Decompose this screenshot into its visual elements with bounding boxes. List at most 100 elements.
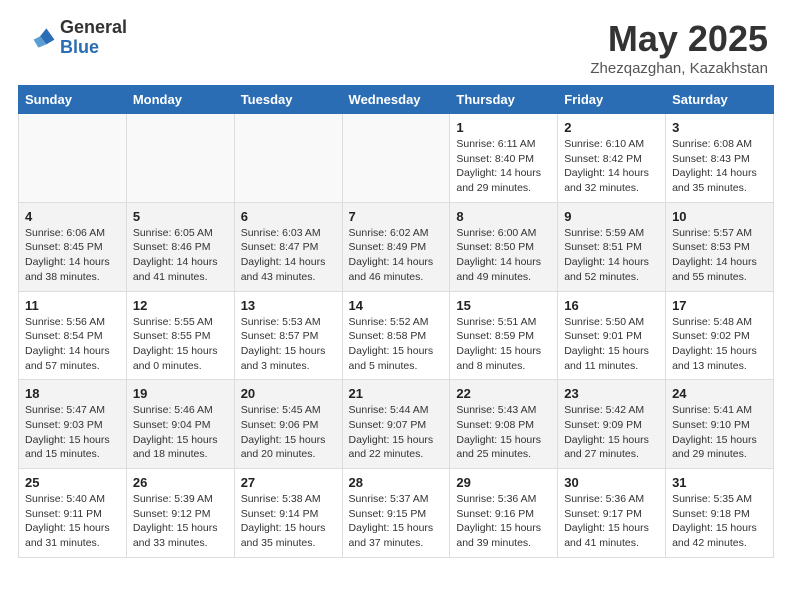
weekday-row: SundayMondayTuesdayWednesdayThursdayFrid… [19,86,774,114]
day-info: Sunrise: 6:05 AM Sunset: 8:46 PM Dayligh… [133,226,228,285]
day-info: Sunrise: 5:56 AM Sunset: 8:54 PM Dayligh… [25,315,120,374]
day-info: Sunrise: 6:02 AM Sunset: 8:49 PM Dayligh… [349,226,444,285]
calendar-week-row: 11 Sunrise: 5:56 AM Sunset: 8:54 PM Dayli… [19,291,774,380]
calendar-cell: 1Sunrise: 6:11 AM Sunset: 8:40 PM Daylig… [450,114,558,203]
day-number: 9 [564,209,659,224]
calendar-cell: 11 Sunrise: 5:56 AM Sunset: 8:54 PM Dayli… [19,291,127,380]
day-info: Sunrise: 6:08 AM Sunset: 8:43 PM Dayligh… [672,137,767,196]
day-info: Sunrise: 5:44 AM Sunset: 9:07 PM Dayligh… [349,403,444,462]
logo-blue-text: Blue [60,38,127,58]
calendar-cell [234,114,342,203]
logo-general-text: General [60,18,127,38]
day-info: Sunrise: 5:46 AM Sunset: 9:04 PM Dayligh… [133,403,228,462]
calendar-location: Zhezqazghan, Kazakhstan [590,60,768,77]
calendar-cell: 3 Sunrise: 6:08 AM Sunset: 8:43 PM Daylig… [666,114,774,203]
calendar-cell: 21 Sunrise: 5:44 AM Sunset: 9:07 PM Dayli… [342,380,450,469]
day-number: 3 [672,120,767,135]
weekday-header: Wednesday [342,86,450,114]
day-number: 12 [133,298,228,313]
calendar-cell: 14 Sunrise: 5:52 AM Sunset: 8:58 PM Dayli… [342,291,450,380]
day-info: Sunrise: 5:51 AM Sunset: 8:59 PM Dayligh… [456,315,551,374]
day-number: 23 [564,386,659,401]
day-number: 29 [456,475,551,490]
calendar-week-row: 25 Sunrise: 5:40 AM Sunset: 9:11 PM Dayli… [19,469,774,558]
calendar-cell: 17 Sunrise: 5:48 AM Sunset: 9:02 PM Dayli… [666,291,774,380]
calendar-cell: 27Sunrise: 5:38 AM Sunset: 9:14 PM Dayli… [234,469,342,558]
day-number: 24 [672,386,767,401]
day-number: 13 [241,298,336,313]
day-number: 2 [564,120,659,135]
day-number: 26 [133,475,228,490]
calendar-cell: 7 Sunrise: 6:02 AM Sunset: 8:49 PM Daylig… [342,202,450,291]
calendar-cell [126,114,234,203]
day-number: 16 [564,298,659,313]
calendar-cell: 16 Sunrise: 5:50 AM Sunset: 9:01 PM Dayli… [558,291,666,380]
weekday-header: Thursday [450,86,558,114]
weekday-header: Friday [558,86,666,114]
calendar-wrapper: SundayMondayTuesdayWednesdayThursdayFrid… [0,85,792,576]
calendar-week-row: 18Sunrise: 5:47 AM Sunset: 9:03 PM Dayli… [19,380,774,469]
day-info: Sunrise: 6:10 AM Sunset: 8:42 PM Dayligh… [564,137,659,196]
calendar-cell: 22Sunrise: 5:43 AM Sunset: 9:08 PM Dayli… [450,380,558,469]
calendar-title: May 2025 [590,18,768,60]
day-info: Sunrise: 5:35 AM Sunset: 9:18 PM Dayligh… [672,492,767,551]
day-info: Sunrise: 5:59 AM Sunset: 8:51 PM Dayligh… [564,226,659,285]
logo: General Blue [24,18,127,58]
day-number: 17 [672,298,767,313]
day-number: 10 [672,209,767,224]
calendar-cell: 26 Sunrise: 5:39 AM Sunset: 9:12 PM Dayli… [126,469,234,558]
calendar-table: SundayMondayTuesdayWednesdayThursdayFrid… [18,85,774,558]
day-info: Sunrise: 6:06 AM Sunset: 8:45 PM Dayligh… [25,226,120,285]
day-info: Sunrise: 5:40 AM Sunset: 9:11 PM Dayligh… [25,492,120,551]
day-number: 28 [349,475,444,490]
day-number: 11 [25,298,120,313]
day-number: 20 [241,386,336,401]
day-number: 7 [349,209,444,224]
day-info: Sunrise: 6:00 AM Sunset: 8:50 PM Dayligh… [456,226,551,285]
day-number: 5 [133,209,228,224]
day-number: 30 [564,475,659,490]
day-number: 1 [456,120,551,135]
calendar-cell: 4 Sunrise: 6:06 AM Sunset: 8:45 PM Daylig… [19,202,127,291]
day-info: Sunrise: 5:43 AM Sunset: 9:08 PM Dayligh… [456,403,551,462]
calendar-week-row: 4 Sunrise: 6:06 AM Sunset: 8:45 PM Daylig… [19,202,774,291]
calendar-cell: 28 Sunrise: 5:37 AM Sunset: 9:15 PM Dayli… [342,469,450,558]
day-number: 14 [349,298,444,313]
day-info: Sunrise: 5:52 AM Sunset: 8:58 PM Dayligh… [349,315,444,374]
calendar-cell: 19 Sunrise: 5:46 AM Sunset: 9:04 PM Dayli… [126,380,234,469]
calendar-cell [342,114,450,203]
weekday-header: Monday [126,86,234,114]
weekday-header: Sunday [19,86,127,114]
day-info: Sunrise: 5:48 AM Sunset: 9:02 PM Dayligh… [672,315,767,374]
calendar-cell: 30 Sunrise: 5:36 AM Sunset: 9:17 PM Dayli… [558,469,666,558]
weekday-header: Saturday [666,86,774,114]
calendar-cell: 5 Sunrise: 6:05 AM Sunset: 8:46 PM Daylig… [126,202,234,291]
calendar-header: SundayMondayTuesdayWednesdayThursdayFrid… [19,86,774,114]
calendar-cell: 6 Sunrise: 6:03 AM Sunset: 8:47 PM Daylig… [234,202,342,291]
day-number: 21 [349,386,444,401]
day-number: 19 [133,386,228,401]
day-number: 25 [25,475,120,490]
day-number: 8 [456,209,551,224]
logo-icon [24,22,56,54]
calendar-cell: 24Sunrise: 5:41 AM Sunset: 9:10 PM Dayli… [666,380,774,469]
calendar-cell: 2 Sunrise: 6:10 AM Sunset: 8:42 PM Daylig… [558,114,666,203]
day-info: Sunrise: 5:36 AM Sunset: 9:17 PM Dayligh… [564,492,659,551]
title-block: May 2025 Zhezqazghan, Kazakhstan [590,18,768,77]
calendar-cell: 9 Sunrise: 5:59 AM Sunset: 8:51 PM Daylig… [558,202,666,291]
day-info: Sunrise: 5:55 AM Sunset: 8:55 PM Dayligh… [133,315,228,374]
calendar-cell: 29Sunrise: 5:36 AM Sunset: 9:16 PM Dayli… [450,469,558,558]
day-info: Sunrise: 5:45 AM Sunset: 9:06 PM Dayligh… [241,403,336,462]
day-info: Sunrise: 5:57 AM Sunset: 8:53 PM Dayligh… [672,226,767,285]
day-info: Sunrise: 5:37 AM Sunset: 9:15 PM Dayligh… [349,492,444,551]
calendar-cell: 12 Sunrise: 5:55 AM Sunset: 8:55 PM Dayli… [126,291,234,380]
day-info: Sunrise: 5:39 AM Sunset: 9:12 PM Dayligh… [133,492,228,551]
day-info: Sunrise: 6:03 AM Sunset: 8:47 PM Dayligh… [241,226,336,285]
day-info: Sunrise: 5:50 AM Sunset: 9:01 PM Dayligh… [564,315,659,374]
day-number: 6 [241,209,336,224]
day-info: Sunrise: 5:42 AM Sunset: 9:09 PM Dayligh… [564,403,659,462]
day-number: 4 [25,209,120,224]
weekday-header: Tuesday [234,86,342,114]
calendar-cell [19,114,127,203]
calendar-week-row: 1Sunrise: 6:11 AM Sunset: 8:40 PM Daylig… [19,114,774,203]
